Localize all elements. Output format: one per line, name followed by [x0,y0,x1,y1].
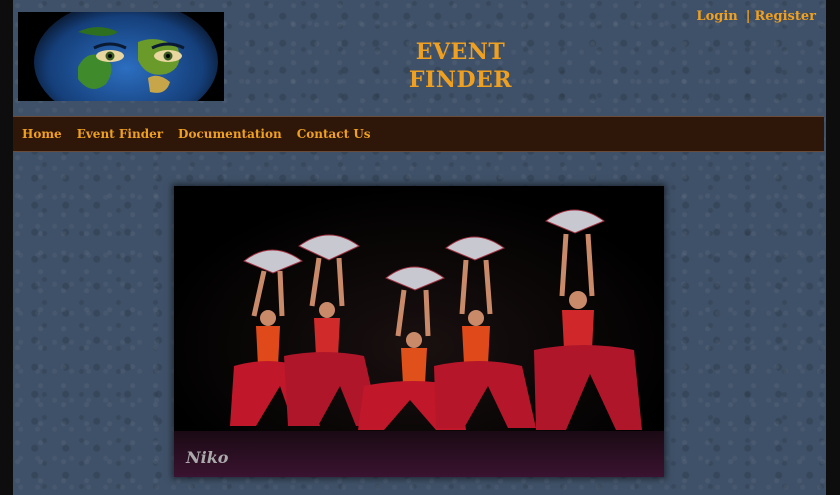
earth-face-logo-icon[interactable] [18,12,224,101]
site-title: EVENT FINDER [393,38,528,94]
login-link[interactable]: Login [696,9,737,24]
nav-item-event-finder[interactable]: Event Finder [77,127,163,141]
auth-links: Login | Register [696,9,816,24]
nav-item-home[interactable]: Home [22,127,62,141]
register-link[interactable]: Register [754,9,816,24]
site-title-line-1: EVENT [415,39,506,65]
auth-separator: | [745,9,751,24]
site-title-line-2: FINDER [408,67,513,93]
main-navbar: Home Event Finder Documentation Contact … [13,116,824,152]
page: EVENT FINDER Login | Register Home Event F… [13,0,826,495]
hero-image: Niko [174,186,664,477]
nav-item-documentation[interactable]: Documentation [178,127,282,141]
nav-item-contact-us[interactable]: Contact Us [297,127,371,141]
hero-caption: Niko [186,448,229,467]
